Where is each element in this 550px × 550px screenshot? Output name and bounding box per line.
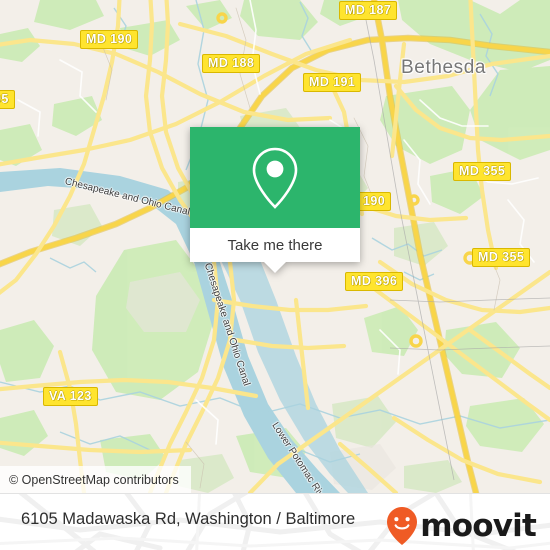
road-shield-190[interactable]: 190 — [357, 192, 392, 211]
callout-pointer — [264, 262, 286, 273]
map-pin-icon — [252, 147, 298, 209]
road-shield-md-187[interactable]: MD 187 — [339, 1, 398, 20]
road-shield-md-190[interactable]: MD 190 — [80, 30, 139, 49]
attribution-text: © OpenStreetMap contributors — [9, 472, 179, 487]
callout-action-panel[interactable]: Take me there — [190, 228, 360, 273]
moovit-wordmark: moovit — [420, 507, 537, 544]
location-callout-card[interactable]: Take me there — [190, 127, 360, 273]
address-text: 6105 Madawaska Rd, Washington / Baltimor… — [21, 510, 356, 528]
map-attribution[interactable]: © OpenStreetMap contributors — [0, 466, 191, 493]
moovit-map-screenshot: .landuse-green { fill:#cdebb7; } .landus… — [0, 0, 550, 550]
bottom-info-bar: 6105 Madawaska Rd, Washington / Baltimor… — [0, 493, 550, 550]
road-shield-md-396[interactable]: MD 396 — [345, 272, 404, 291]
moovit-pin-icon — [387, 507, 418, 545]
road-shield-md-188[interactable]: MD 188 — [202, 54, 261, 73]
road-shield-md-355-north[interactable]: MD 355 — [453, 162, 512, 181]
road-shield-95[interactable]: 95 — [0, 90, 15, 109]
callout-icon-panel — [190, 127, 360, 228]
road-shield-va-123[interactable]: VA 123 — [43, 387, 98, 406]
take-me-there-label: Take me there — [227, 236, 323, 254]
moovit-logo[interactable]: moovit — [385, 506, 537, 546]
road-shield-md-355-south[interactable]: MD 355 — [472, 248, 531, 267]
road-shield-md-191[interactable]: MD 191 — [303, 73, 362, 92]
